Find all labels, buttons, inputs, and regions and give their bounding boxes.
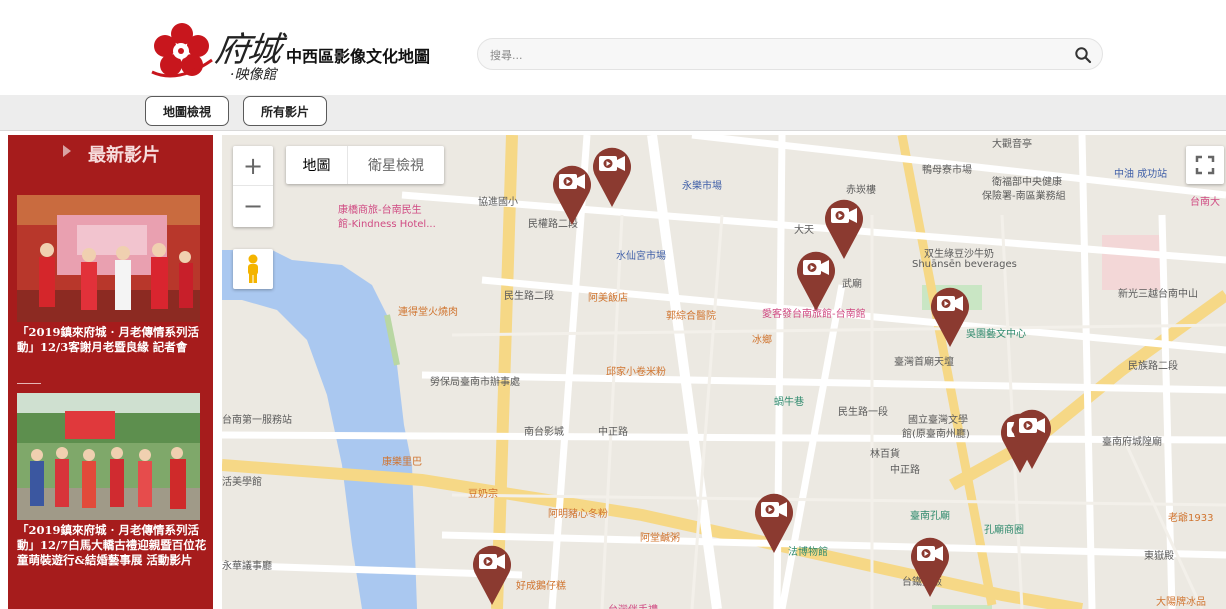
map-type-control: 地圖 衛星檢視 (286, 146, 444, 184)
map-label: 大天 (794, 225, 814, 236)
map-label: Shuānsēn beverages (912, 259, 1017, 270)
map-label: 孔廟商圈 (984, 525, 1024, 536)
map-label: 館(原臺南州廳) (902, 429, 970, 440)
video-marker-icon[interactable] (590, 143, 634, 209)
video-card[interactable]: 「2019鎮來府城 · 月老傳情系列活動」12/3客謝月老暨良緣 記者會 (17, 195, 200, 395)
map-label: 勞保局臺南市辦事處 (430, 377, 520, 388)
map-label: 臺南府城隍廟 (1102, 437, 1162, 448)
map-label: 冰鄉 (752, 335, 772, 346)
map-label: 永樂市場 (682, 181, 722, 192)
map-type-satellite-button[interactable]: 衛星檢視 (348, 146, 444, 184)
search-icon[interactable] (1074, 46, 1092, 64)
site-title: 中西區影像文化地圖 (286, 47, 431, 66)
map-label: 台南大 (1190, 197, 1220, 208)
map-label: 中正路 (598, 427, 628, 438)
site-logo[interactable]: 府城 ·映像館 中西區影像文化地圖 (148, 18, 448, 86)
map-label: 台灣伴手禮 (608, 601, 658, 609)
map-label: 康樂里巴 (382, 457, 422, 468)
video-thumbnail[interactable] (17, 195, 200, 322)
map-label: 南台影城 (524, 427, 564, 438)
latest-videos-sidebar: 最新影片 「2019鎮來府城 · 月老傳情系列活動」12/3客謝月老暨良緣 記者… (8, 135, 213, 609)
map-label: 大陽牌冰品 (1156, 597, 1206, 608)
map-label: 阿美飯店 (588, 293, 628, 304)
map-label: 吳園藝文中心 (966, 329, 1026, 340)
view-toolbar: 地圖檢視 所有影片 (0, 95, 1226, 131)
map-label: 連得堂火燒肉 (398, 307, 458, 318)
map-label: 好成鵝仔糕 (516, 581, 566, 592)
map-label: 大觀音亭 (992, 139, 1032, 150)
caption-divider (17, 383, 41, 384)
map-label: 中油 成功站 (1114, 169, 1168, 180)
video-marker-icon[interactable] (928, 283, 972, 349)
map-label: 協進國小 (478, 197, 518, 208)
map-label: 蝸牛巷 (774, 397, 804, 408)
map-label: 阿堂鹹粥 (640, 533, 680, 544)
sidebar-header: 最新影片 (8, 135, 213, 175)
map-label: 國立臺灣文學 (908, 415, 968, 426)
map-view-button[interactable]: 地圖檢視 (145, 96, 229, 126)
plum-blossom-logo-icon (151, 23, 213, 78)
fullscreen-icon (1195, 155, 1215, 175)
map-label: 阿明豬心冬粉 (548, 509, 608, 520)
map-label: 康橋商旅-台南民生 (338, 205, 422, 216)
map-label: 邱家小卷米粉 (606, 367, 666, 378)
all-videos-button[interactable]: 所有影片 (243, 96, 327, 126)
video-title[interactable]: 「2019鎮來府城 · 月老傳情系列活動」12/7白馬大轎古禮迎親暨百位花童萌裝… (17, 523, 207, 568)
map-label: 館-Kindness Hotel... (338, 219, 436, 230)
map-label: 赤崁樓 (846, 185, 876, 196)
zoom-out-button[interactable]: − (233, 186, 273, 226)
street-view-pegman[interactable] (233, 249, 273, 289)
logo-sub-text: ·映像館 (230, 67, 277, 83)
video-card[interactable]: 「2019鎮來府城 · 月老傳情系列活動」12/7白馬大轎古禮迎親暨百位花童萌裝… (17, 393, 206, 603)
map-label: 民生路一段 (838, 407, 888, 418)
map-label: 双生綠豆沙牛奶 (924, 249, 994, 260)
map-label: 東嶽殿 (1144, 551, 1174, 562)
triangle-right-icon (63, 145, 71, 157)
map-label: 中正路 (890, 465, 920, 476)
video-marker-icon[interactable] (752, 489, 796, 555)
map-label: 水仙宮市場 (616, 251, 666, 262)
zoom-in-button[interactable]: + (233, 146, 273, 186)
map-label: 保險署-南區業務組 (982, 191, 1066, 202)
map-label: 老爺1933 (1168, 513, 1214, 524)
map-label: 武廟 (842, 279, 862, 290)
pegman-icon (248, 254, 258, 283)
map-label: 郭綜合醫院 (666, 311, 716, 322)
search-bar (477, 38, 1103, 70)
map-label: 臺灣首廟天壇 (894, 357, 954, 368)
culture-map[interactable]: 大觀音亭 鴨母寮市場 衛福部中央健康 保險署-南區業務組 中油 成功站 台南大 … (222, 135, 1226, 609)
fullscreen-button[interactable] (1186, 146, 1224, 184)
video-marker-icon[interactable] (908, 533, 952, 599)
video-thumbnail[interactable] (17, 393, 200, 520)
map-label: 鴨母寮市場 (922, 165, 972, 176)
zoom-control: + − (233, 146, 273, 227)
map-label: 豆奶宗 (468, 489, 498, 500)
map-label: 民生路二段 (504, 291, 554, 302)
search-input[interactable] (490, 45, 1050, 65)
map-label: 民族路二段 (1128, 361, 1178, 372)
map-label: 林百貨 (870, 449, 900, 460)
video-marker-icon[interactable] (470, 541, 514, 607)
video-title[interactable]: 「2019鎮來府城 · 月老傳情系列活動」12/3客謝月老暨良緣 記者會 (17, 325, 207, 355)
map-label: 永華議事廳 (222, 561, 272, 572)
video-marker-icon[interactable] (550, 161, 594, 227)
sidebar-title: 最新影片 (88, 145, 160, 166)
map-label: 臺南孔廟 (910, 511, 950, 522)
map-label: 台南第一服務站 (222, 415, 292, 426)
site-header: 府城 ·映像館 中西區影像文化地圖 (0, 0, 1226, 95)
map-type-map-button[interactable]: 地圖 (286, 146, 348, 184)
page: 府城 ·映像館 中西區影像文化地圖 地圖檢視 所有影片 最新影片 (0, 0, 1226, 609)
video-marker-icon[interactable] (794, 247, 838, 313)
map-label: 活美學館 (222, 477, 262, 488)
map-label: 新光三越台南中山 (1118, 289, 1198, 300)
map-label: 衛福部中央健康 (992, 177, 1062, 188)
video-marker-icon[interactable] (1010, 405, 1054, 471)
